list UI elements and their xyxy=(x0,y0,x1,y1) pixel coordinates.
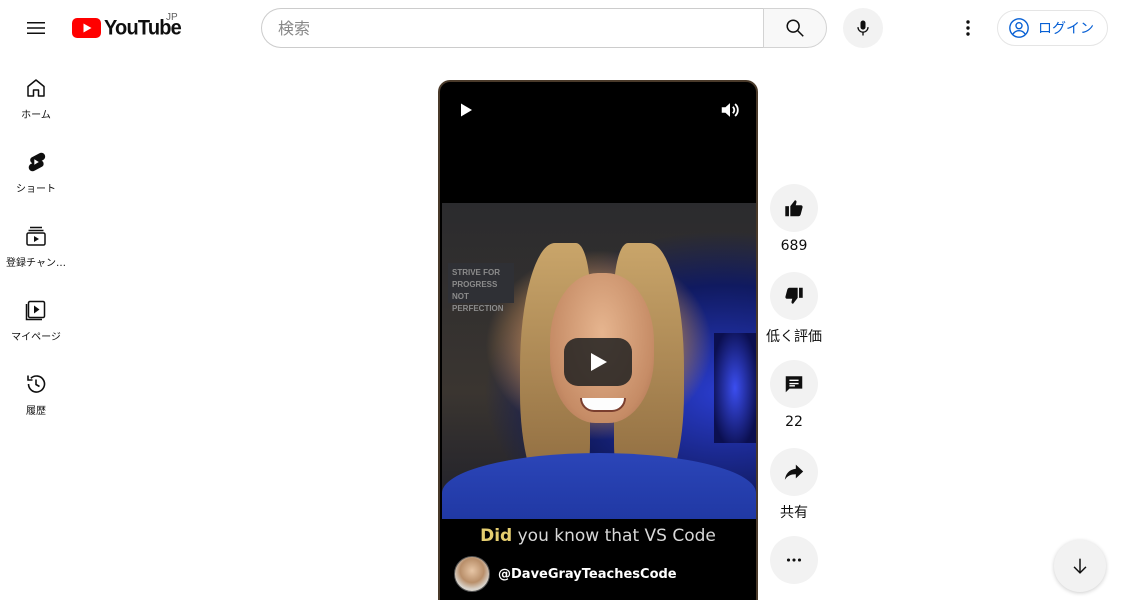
settings-more-button[interactable] xyxy=(948,8,988,48)
search-box[interactable] xyxy=(261,8,764,48)
caption-highlight: Did xyxy=(480,526,513,546)
sidebar-item-home[interactable]: ホーム xyxy=(4,56,68,130)
more-action xyxy=(766,536,822,584)
volume-icon xyxy=(721,103,739,117)
more-actions-button[interactable] xyxy=(770,536,818,584)
large-play-button[interactable] xyxy=(564,338,632,386)
shorts-icon xyxy=(28,152,46,172)
voice-search-button[interactable] xyxy=(843,8,883,48)
share-label: 共有 xyxy=(780,505,808,521)
dislike-action: 低く評価 xyxy=(766,272,822,346)
search-button[interactable] xyxy=(763,8,827,48)
sidebar-item-history[interactable]: 履歴 xyxy=(4,352,68,426)
like-button[interactable] xyxy=(770,184,818,232)
hamburger-menu-icon xyxy=(27,22,45,34)
play-control[interactable] xyxy=(454,98,478,122)
more-horizontal-icon xyxy=(786,558,802,562)
thumbs-up-icon xyxy=(785,200,803,217)
youtube-play-logo-icon xyxy=(72,18,101,38)
volume-control[interactable] xyxy=(718,98,742,122)
sidebar-item-label: 登録チャン… xyxy=(6,258,66,269)
play-icon xyxy=(591,353,607,371)
sidebar-item-label: ホーム xyxy=(21,110,51,121)
like-count: 689 xyxy=(780,238,808,254)
channel-info[interactable]: @DaveGrayTeachesCode xyxy=(454,556,677,592)
dislike-button[interactable] xyxy=(770,272,818,320)
play-icon xyxy=(461,103,472,117)
sidebar-item-library[interactable]: マイページ xyxy=(4,278,68,352)
sidebar-item-subscriptions[interactable]: 登録チャン… xyxy=(4,204,68,278)
microphone-icon xyxy=(857,20,869,36)
guide-menu-button[interactable] xyxy=(16,8,56,48)
home-icon xyxy=(27,79,45,97)
video-caption: Did you know that VS Code xyxy=(440,526,756,546)
search-icon xyxy=(786,19,804,37)
library-icon xyxy=(25,300,46,321)
comment-icon xyxy=(785,376,803,393)
thumbs-down-icon xyxy=(785,287,803,304)
share-icon xyxy=(784,464,804,480)
presenter-smile xyxy=(580,398,626,412)
arrow-down-icon xyxy=(1073,558,1087,574)
sign-in-label: ログイン xyxy=(1038,21,1094,37)
dislike-label: 低く評価 xyxy=(766,329,822,345)
masthead: YouTube JP ログイン xyxy=(0,0,1124,56)
account-circle-icon xyxy=(1009,18,1029,38)
share-button[interactable] xyxy=(770,448,818,496)
channel-avatar[interactable] xyxy=(454,556,490,592)
youtube-logo[interactable]: YouTube xyxy=(72,14,182,42)
blue-lamp xyxy=(714,333,756,443)
region-code: JP xyxy=(166,12,178,23)
presenter-shirt xyxy=(442,453,756,519)
subscriptions-icon xyxy=(26,226,46,246)
wall-poster: STRIVE FOR PROGRESS NOT PERFECTION xyxy=(448,263,514,313)
next-video-button[interactable] xyxy=(1054,540,1106,592)
more-vertical-icon xyxy=(966,20,970,36)
sidebar-item-label: 履歴 xyxy=(26,406,46,417)
like-action: 689 xyxy=(766,184,822,254)
sidebar-item-label: ショート xyxy=(16,184,56,195)
caption-text: you know that VS Code xyxy=(512,526,716,546)
search-input[interactable] xyxy=(278,18,764,38)
history-icon xyxy=(27,375,46,393)
share-action: 共有 xyxy=(766,448,822,522)
comment-action: 22 xyxy=(766,360,822,430)
comments-button[interactable] xyxy=(770,360,818,408)
sign-in-button[interactable]: ログイン xyxy=(997,10,1108,46)
sidebar-item-label: マイページ xyxy=(11,332,61,343)
sidebar-item-shorts[interactable]: ショート xyxy=(4,130,68,204)
shorts-player[interactable]: STRIVE FOR PROGRESS NOT PERFECTION Did y… xyxy=(438,80,758,600)
comment-count: 22 xyxy=(785,414,803,430)
channel-name[interactable]: @DaveGrayTeachesCode xyxy=(498,567,677,582)
